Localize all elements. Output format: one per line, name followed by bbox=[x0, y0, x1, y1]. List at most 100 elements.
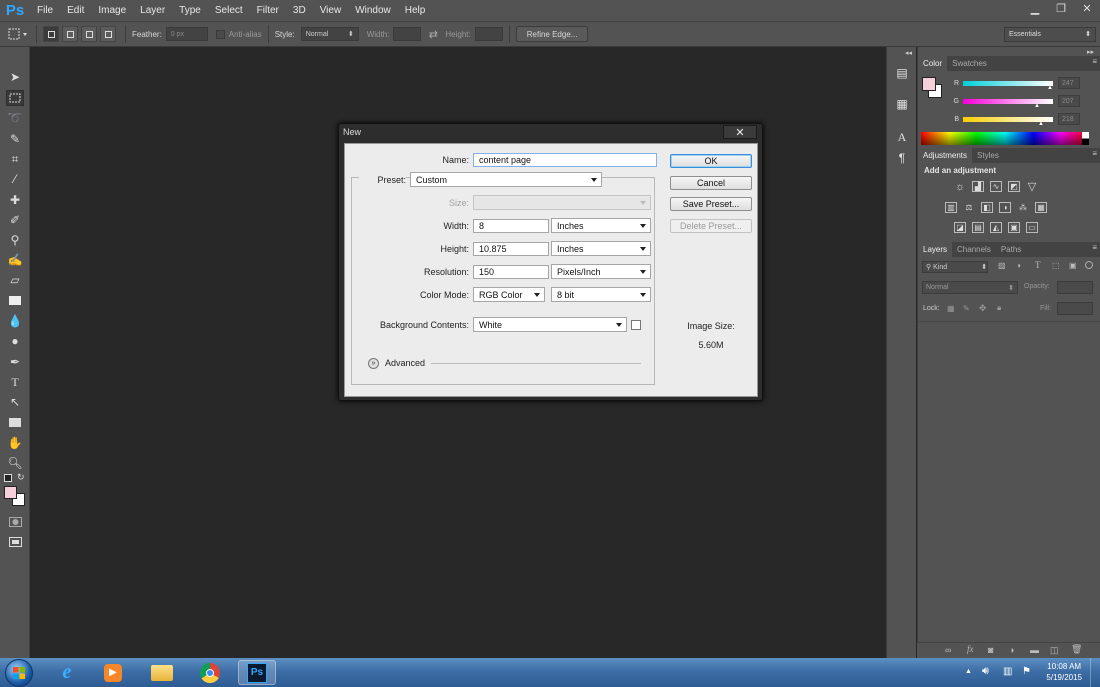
curves-icon[interactable]: ∿ bbox=[990, 181, 1002, 192]
add-selection-button[interactable] bbox=[62, 26, 78, 42]
taskbar-chrome[interactable] bbox=[191, 660, 229, 685]
ok-button[interactable]: OK bbox=[670, 154, 752, 168]
photo-filter-icon[interactable]: ◑ bbox=[999, 202, 1011, 213]
save-preset-button[interactable]: Save Preset... bbox=[670, 197, 752, 211]
black-white-icon[interactable]: ◧ bbox=[981, 202, 993, 213]
menu-select[interactable]: Select bbox=[208, 0, 250, 21]
intersect-selection-button[interactable] bbox=[100, 26, 116, 42]
lock-position-icon[interactable]: ✥ bbox=[979, 303, 987, 314]
path-selection-tool-icon[interactable]: ↖ bbox=[6, 394, 24, 410]
brightness-contrast-icon[interactable]: ☼ bbox=[954, 181, 966, 193]
menu-filter[interactable]: Filter bbox=[250, 0, 286, 21]
foreground-color-swatch[interactable] bbox=[4, 486, 17, 499]
close-window-button[interactable]: ✕ bbox=[1074, 0, 1100, 16]
restore-button[interactable]: ❐ bbox=[1048, 0, 1074, 16]
taskbar-file-explorer[interactable] bbox=[143, 660, 181, 685]
subtract-selection-button[interactable] bbox=[81, 26, 97, 42]
red-slider-thumb[interactable]: ▲ bbox=[1047, 85, 1053, 91]
width-input[interactable]: 8 bbox=[473, 219, 549, 233]
color-lookup-icon[interactable]: ▦ bbox=[1035, 202, 1047, 213]
character-panel-icon[interactable]: A bbox=[894, 129, 910, 145]
advanced-toggle-icon[interactable]: » bbox=[368, 358, 379, 369]
name-input[interactable]: content page bbox=[473, 153, 657, 167]
threshold-icon[interactable]: ◭ bbox=[990, 222, 1002, 233]
tab-adjustments[interactable]: Adjustments bbox=[918, 148, 973, 163]
add-mask-icon[interactable]: ◙ bbox=[988, 645, 993, 655]
feather-input[interactable]: 0 px bbox=[165, 27, 208, 41]
link-layers-icon[interactable]: ∞ bbox=[945, 645, 951, 655]
levels-icon[interactable]: ▟ bbox=[972, 181, 984, 192]
filter-toggle-icon[interactable] bbox=[1085, 261, 1093, 269]
collapse-arrows-icon[interactable]: ◂◂ bbox=[905, 49, 912, 57]
delete-preset-button[interactable]: Delete Preset... bbox=[670, 219, 752, 233]
move-tool-icon[interactable]: ➤ bbox=[6, 69, 24, 85]
dodge-tool-icon[interactable]: ● bbox=[6, 333, 24, 349]
panel-menu-icon[interactable]: ≡ bbox=[1092, 149, 1097, 158]
blue-slider[interactable]: ▲ bbox=[963, 116, 1053, 127]
history-brush-tool-icon[interactable]: ✍ bbox=[6, 252, 24, 268]
filter-type-icon[interactable]: T bbox=[1035, 260, 1041, 270]
height-input[interactable]: 10.875 bbox=[473, 242, 549, 256]
invert-icon[interactable]: ◪ bbox=[954, 222, 966, 233]
minimize-button[interactable]: ▁ bbox=[1022, 0, 1048, 16]
filter-smart-object-icon[interactable]: ▣ bbox=[1069, 261, 1077, 270]
resolution-unit-select[interactable]: Pixels/Inch bbox=[551, 264, 651, 279]
crop-tool-icon[interactable]: ⌗ bbox=[6, 151, 24, 167]
menu-type[interactable]: Type bbox=[172, 0, 208, 21]
taskbar-media-player[interactable]: ▶ bbox=[94, 660, 132, 685]
green-slider[interactable]: ▲ bbox=[963, 98, 1053, 109]
blue-slider-thumb[interactable]: ▲ bbox=[1038, 121, 1044, 127]
panel-menu-icon[interactable]: ≡ bbox=[1092, 243, 1097, 252]
blend-mode-select[interactable]: Normal ⬍ bbox=[922, 281, 1018, 294]
black-white-swatch[interactable] bbox=[1082, 132, 1089, 145]
show-desktop-button[interactable] bbox=[1090, 658, 1100, 687]
menu-edit[interactable]: Edit bbox=[60, 0, 91, 21]
tab-channels[interactable]: Channels bbox=[952, 242, 996, 257]
action-center-icon[interactable]: ⚑ bbox=[1022, 666, 1031, 677]
menu-view[interactable]: View bbox=[313, 0, 349, 21]
swap-arrows-icon[interactable]: ⇄ bbox=[421, 28, 445, 41]
system-clock[interactable]: 10:08 AM 5/19/2015 bbox=[1046, 661, 1082, 683]
properties-panel-icon[interactable]: ▦ bbox=[894, 96, 910, 112]
width-unit-select[interactable]: Inches bbox=[551, 218, 651, 233]
red-value-input[interactable]: 247 bbox=[1058, 77, 1080, 89]
layer-kind-filter[interactable]: ⚲ Kind ⬍ bbox=[922, 261, 988, 273]
network-icon[interactable]: ▥ bbox=[1003, 666, 1012, 677]
cancel-button[interactable]: Cancel bbox=[670, 176, 752, 190]
menu-window[interactable]: Window bbox=[348, 0, 398, 21]
volume-icon[interactable]: 🔊︎ bbox=[982, 665, 989, 678]
resolution-input[interactable]: 150 bbox=[473, 265, 549, 279]
start-button[interactable] bbox=[5, 659, 33, 687]
selective-color-icon[interactable]: ▣ bbox=[1008, 222, 1020, 233]
fill-input[interactable] bbox=[1057, 302, 1093, 315]
tab-layers[interactable]: Layers bbox=[918, 242, 953, 257]
filter-pixel-icon[interactable]: ▨ bbox=[998, 261, 1006, 270]
green-value-input[interactable]: 207 bbox=[1058, 95, 1080, 107]
color-mode-select[interactable]: RGB Color bbox=[473, 287, 545, 302]
default-colors-icon[interactable] bbox=[4, 474, 12, 482]
vibrance-icon[interactable]: ▽ bbox=[1026, 181, 1038, 193]
hand-tool-icon[interactable]: ✋ bbox=[6, 435, 24, 451]
lock-transparent-icon[interactable]: ▦ bbox=[947, 304, 955, 313]
marquee-tool-preset-icon[interactable] bbox=[8, 26, 30, 42]
menu-help[interactable]: Help bbox=[398, 0, 433, 21]
quick-mask-icon[interactable] bbox=[6, 514, 24, 530]
tab-styles[interactable]: Styles bbox=[972, 148, 1004, 163]
workspace-select[interactable]: Essentials ⬍ bbox=[1004, 26, 1096, 42]
eraser-tool-icon[interactable]: ▱ bbox=[6, 272, 24, 288]
dialog-close-button[interactable]: ✕ bbox=[723, 125, 757, 139]
background-contents-select[interactable]: White bbox=[473, 317, 627, 332]
style-select[interactable]: Normal ⬍ bbox=[300, 27, 359, 41]
taskbar-photoshop[interactable]: Ps bbox=[238, 660, 276, 685]
brush-tool-icon[interactable]: ✐ bbox=[6, 212, 24, 228]
tab-swatches[interactable]: Swatches bbox=[947, 56, 992, 71]
lasso-tool-icon[interactable]: ➰ bbox=[6, 110, 24, 126]
size-select[interactable] bbox=[473, 195, 651, 210]
delete-layer-icon[interactable]: 🗑︎ bbox=[1071, 644, 1082, 655]
lock-pixels-icon[interactable]: ✎ bbox=[963, 304, 970, 313]
pen-tool-icon[interactable]: ✒ bbox=[6, 354, 24, 370]
type-tool-icon[interactable]: T bbox=[6, 374, 24, 390]
red-slider[interactable]: ▲ bbox=[963, 80, 1053, 91]
menu-file[interactable]: File bbox=[30, 0, 60, 21]
history-panel-icon[interactable]: ▤ bbox=[894, 65, 910, 81]
